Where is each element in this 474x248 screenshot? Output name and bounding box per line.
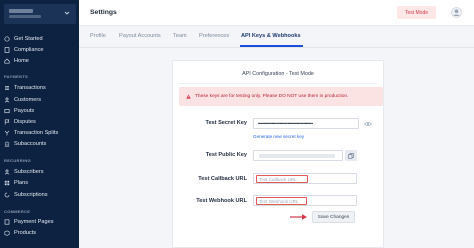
home-icon [4,58,10,64]
alert-text: These keys are for testing only. Please … [195,94,349,99]
webhook-url-label: Test Webhook URL [196,198,247,204]
flag-icon [4,119,10,125]
list-icon [5,86,9,90]
box-icon [4,230,10,236]
tab-team[interactable]: Team [173,33,187,39]
document-icon [4,47,10,53]
sidebar-item-label: Get Started [14,36,43,42]
sidebar-item-label: Transactions [14,85,46,91]
sidebar-item-label: Customers [14,97,42,103]
public-key-redacted [259,154,335,158]
sidebar-item-label: Products [14,230,37,236]
sidebar-item-transactions[interactable]: Transactions [4,84,46,92]
tab-api-keys-webhooks[interactable]: API Keys & Webhooks [241,33,301,39]
api-configuration-card: API Configuration - Test Mode These keys… [172,60,384,248]
wallet-icon [4,109,10,114]
split-icon [4,130,10,136]
sidebar-item-label: Plans [14,180,28,186]
account-switcher[interactable] [4,4,76,24]
secret-key-field[interactable]: ••••••••••••••••••••••••••••••••••••••••… [253,118,359,129]
divider [179,83,377,84]
bank-icon [4,141,10,147]
save-changes-button[interactable]: Save Changes [312,211,355,223]
sidebar-item-label: Subaccounts [14,141,47,147]
tab-preferences[interactable]: Preferences [199,33,229,39]
section-recurring: RECURRING [4,158,31,163]
active-tab-indicator [240,45,303,47]
test-mode-badge[interactable]: Test Mode [397,6,436,19]
tab-payout-accounts[interactable]: Payout Accounts [119,33,161,39]
section-commerce: COMMERCE [4,209,31,214]
webhook-url-placeholder: Test Webhook URL [256,197,307,205]
sidebar-item-payouts[interactable]: Payouts [4,107,34,115]
grid-icon [4,180,10,186]
users-icon [4,97,10,103]
page-title: Settings [90,9,117,16]
arrow-right-icon [290,214,307,220]
sidebar-item-label: Transaction Splits [14,130,59,136]
sidebar-item-subaccounts[interactable]: Subaccounts [4,140,46,148]
callback-url-label: Test Callback URL [198,176,247,182]
sidebar-item-get-started[interactable]: Get Started [4,35,43,43]
sidebar-item-compliance[interactable]: Compliance [4,46,44,54]
card-title: API Configuration - Test Mode [242,71,314,77]
sidebar-item-label: Payment Pages [14,219,54,225]
warning-icon [186,94,191,99]
sidebar-item-label: Compliance [14,47,44,53]
refresh-icon [4,192,10,198]
generate-secret-key-link[interactable]: Generate new secret key [253,134,304,139]
sidebar-item-home[interactable]: Home [4,57,29,65]
sidebar: Get Started Compliance Home PAYMENTS Tra… [0,0,79,248]
sidebar-item-disputes[interactable]: Disputes [4,118,36,126]
users-icon [4,169,10,175]
sidebar-item-label: Disputes [14,119,36,125]
sidebar-item-label: Subscriptions [14,192,48,198]
callback-url-placeholder: Test Callback URL [256,175,308,183]
top-header: Settings Test Mode [79,0,474,26]
account-id-redacted [9,15,41,18]
sidebar-item-label: Subscribers [14,169,44,175]
sidebar-item-customers[interactable]: Customers [4,96,41,104]
sidebar-item-payment-pages[interactable]: Payment Pages [4,218,54,226]
public-key-label: Test Public Key [205,152,247,158]
section-payments: PAYMENTS [4,74,28,79]
copy-icon [348,152,354,159]
page-icon [4,219,10,225]
sidebar-item-label: Home [14,58,29,64]
warning-alert: These keys are for testing only. Please … [179,87,383,106]
account-name-redacted [9,9,33,13]
copy-button[interactable] [345,150,357,161]
eye-icon[interactable] [364,121,372,127]
public-key-field[interactable] [253,150,343,161]
sidebar-item-label: Payouts [14,108,35,114]
secret-key-label: Test Secret Key [205,120,247,126]
sidebar-item-subscriptions[interactable]: Subscriptions [4,191,48,199]
sidebar-item-subscribers[interactable]: Subscribers [4,168,44,176]
sidebar-item-products[interactable]: Products [4,229,36,237]
settings-tabs: Profile Payout Accounts Team Preferences… [79,26,474,48]
sidebar-item-plans[interactable]: Plans [4,179,28,187]
sidebar-item-transaction-splits[interactable]: Transaction Splits [4,129,58,137]
tab-profile[interactable]: Profile [90,33,106,39]
chevron-down-icon [64,11,70,15]
rocket-icon [4,36,10,42]
avatar[interactable] [451,7,462,18]
